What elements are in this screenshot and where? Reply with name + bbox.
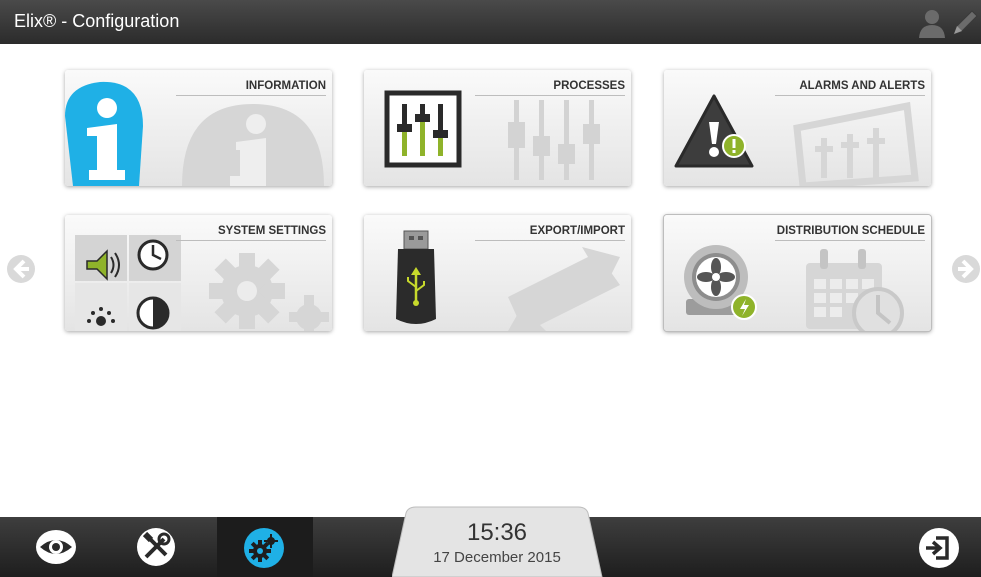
- export-import-watermark: [508, 247, 620, 331]
- title-bar: Elix® - Configuration: [0, 0, 981, 44]
- sliders-icon: [384, 90, 462, 168]
- divider: [775, 95, 925, 96]
- tile-label: PROCESSES: [553, 80, 625, 92]
- tile-export-import[interactable]: EXPORT/IMPORT: [364, 215, 631, 331]
- tile-information[interactable]: INFORMATION: [65, 70, 332, 186]
- configuration-button[interactable]: [217, 517, 313, 577]
- eye-icon: [36, 530, 76, 564]
- alarms-watermark: [793, 101, 919, 186]
- divider: [775, 240, 925, 241]
- divider: [176, 95, 326, 96]
- arrow-right-icon[interactable]: [951, 254, 981, 284]
- pencil-icon[interactable]: [950, 8, 978, 38]
- tile-label: INFORMATION: [245, 80, 326, 92]
- divider: [475, 95, 625, 96]
- processes-watermark: [508, 100, 600, 180]
- clock-date: 17 December 2015: [433, 549, 561, 566]
- tools-icon: [137, 528, 175, 566]
- divider: [176, 240, 326, 241]
- clock-time: 15:36: [466, 519, 528, 546]
- page-title: Elix® - Configuration: [14, 11, 180, 31]
- tile-distribution-schedule[interactable]: DISTRIBUTION SCHEDULE: [664, 215, 931, 331]
- tile-label: ALARMS AND ALERTS: [799, 80, 925, 92]
- tools-button[interactable]: [132, 517, 188, 577]
- tile-system-settings[interactable]: SYSTEM SETTINGS: [65, 215, 332, 331]
- warning-icon: [674, 94, 754, 168]
- gear-watermark: [209, 253, 329, 331]
- logout-button[interactable]: [912, 517, 968, 577]
- logout-icon: [919, 528, 959, 568]
- view-button[interactable]: [28, 517, 84, 577]
- arrow-left-icon[interactable]: [6, 254, 36, 284]
- usb-icon: [396, 230, 436, 324]
- clock-panel: 15:36 17 December 2015: [392, 505, 614, 577]
- tile-alarms-and-alerts[interactable]: ALARMS AND ALERTS: [664, 70, 931, 186]
- settings-icon: [75, 235, 181, 331]
- tile-label: DISTRIBUTION SCHEDULE: [776, 225, 925, 237]
- schedule-icon: [684, 245, 757, 320]
- divider: [475, 240, 625, 241]
- calendar-watermark: [806, 249, 904, 331]
- tile-processes[interactable]: PROCESSES: [364, 70, 631, 186]
- tile-label: EXPORT/IMPORT: [529, 225, 625, 237]
- user-icon[interactable]: [918, 8, 946, 38]
- tile-label: SYSTEM SETTINGS: [218, 225, 326, 237]
- information-icon: [65, 81, 143, 186]
- gears-icon: [244, 528, 284, 568]
- information-watermark: [182, 104, 324, 186]
